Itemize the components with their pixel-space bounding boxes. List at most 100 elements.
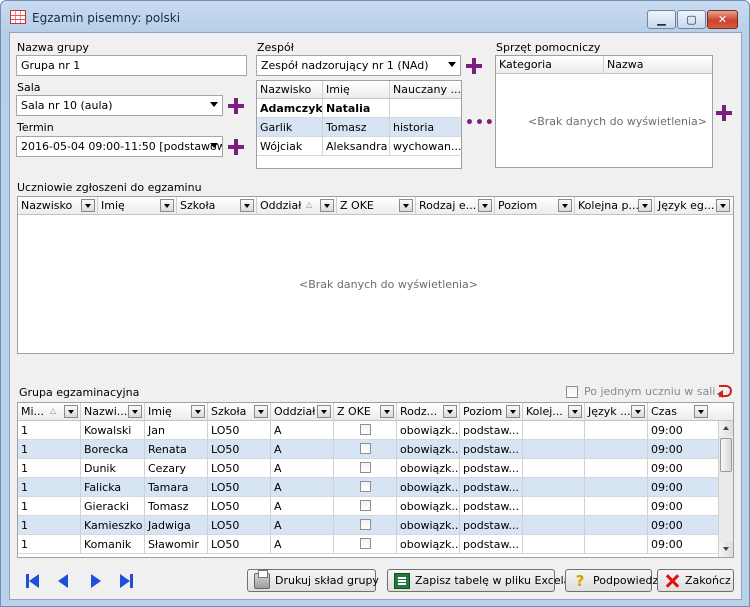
scroll-down-icon[interactable] xyxy=(719,542,733,557)
title-bar[interactable]: Egzamin pisemny: polski ▁ ▢ ✕ xyxy=(1,1,749,31)
col-next[interactable]: Kolejna p... xyxy=(575,197,655,215)
filter-icon[interactable] xyxy=(317,405,331,418)
maximize-button[interactable]: ▢ xyxy=(677,10,706,29)
exam-group-grid[interactable]: Mi... △ Nazwi... Imię Szkoła Oddział Z OK… xyxy=(17,402,734,558)
finish-button[interactable]: Zakończ xyxy=(657,569,734,592)
col-level[interactable]: Poziom xyxy=(460,403,523,421)
filter-icon[interactable] xyxy=(716,199,730,212)
oke-checkbox[interactable] xyxy=(360,424,371,435)
col-name[interactable]: Imię xyxy=(98,197,177,215)
col-subject[interactable]: Nauczany ... xyxy=(390,81,461,99)
room-select[interactable]: Sala nr 10 (aula) xyxy=(16,95,223,116)
col-oke[interactable]: Z OKE xyxy=(337,197,416,215)
scroll-up-icon[interactable] xyxy=(719,421,733,436)
col-surname[interactable]: Nazwi... xyxy=(81,403,145,421)
team-select[interactable]: Zespół nadzorujący nr 1 (NAd) xyxy=(256,55,461,76)
filter-icon[interactable] xyxy=(568,405,582,418)
add-term-icon[interactable] xyxy=(228,139,244,155)
table-row[interactable]: 1 Komanik Sławomir LO50 Aobowiązk... podstaw.… xyxy=(18,535,733,554)
save-excel-button[interactable]: Zapisz tabelę w pliku Excela xyxy=(387,569,570,592)
filter-icon[interactable] xyxy=(191,405,205,418)
undo-icon[interactable] xyxy=(717,384,733,398)
col-time[interactable]: Czas xyxy=(648,403,720,421)
oke-checkbox[interactable] xyxy=(360,519,371,530)
dialog-body: Nazwa grupy Grupa nr 1 Sala Sala nr 10 (… xyxy=(9,32,742,600)
filter-icon[interactable] xyxy=(694,405,708,418)
team-members-grid[interactable]: Nazwisko Imię Nauczany ... Adamczyk Nata… xyxy=(256,80,462,169)
main-window: Egzamin pisemny: polski ▁ ▢ ✕ Nazwa grup… xyxy=(0,0,750,607)
col-level[interactable]: Poziom xyxy=(495,197,575,215)
filter-icon[interactable] xyxy=(638,199,652,212)
filter-icon[interactable] xyxy=(128,405,142,418)
filter-icon[interactable] xyxy=(81,199,95,212)
group-name-input[interactable]: Grupa nr 1 xyxy=(16,55,247,76)
filter-icon[interactable] xyxy=(380,405,394,418)
filter-icon[interactable] xyxy=(506,405,520,418)
add-room-icon[interactable] xyxy=(228,98,244,114)
col-class[interactable]: Oddział △ xyxy=(257,197,337,215)
help-icon: ? xyxy=(575,571,585,590)
equipment-grid[interactable]: Kategoria Nazwa <Brak danych do wyświetl… xyxy=(495,55,713,168)
more-options-icon[interactable]: ••• xyxy=(465,115,495,131)
col-surname[interactable]: Nazwisko xyxy=(257,81,323,99)
col-language[interactable]: Język eg... xyxy=(655,197,733,215)
filter-icon[interactable] xyxy=(254,405,268,418)
add-equipment-icon[interactable] xyxy=(716,105,732,121)
filter-icon[interactable] xyxy=(558,199,572,212)
col-next[interactable]: Kolej... xyxy=(523,403,585,421)
filter-icon[interactable] xyxy=(320,199,334,212)
close-window-button[interactable]: ✕ xyxy=(707,10,738,29)
col-label: Poziom xyxy=(498,199,538,212)
col-exam-type[interactable]: Rodzaj e... xyxy=(416,197,495,215)
previous-record-icon[interactable] xyxy=(56,574,70,588)
table-row[interactable]: 1 Falicka Tamara LO50 Aobowiązk... podstaw...… xyxy=(18,478,733,497)
oke-checkbox[interactable] xyxy=(360,500,371,511)
last-record-icon[interactable] xyxy=(119,574,133,588)
registered-students-grid[interactable]: Nazwisko Imię Szkoła Oddział △ Z OKE Rodz… xyxy=(17,196,734,354)
col-exam-type[interactable]: Rodz... xyxy=(397,403,460,421)
add-team-icon[interactable] xyxy=(466,58,482,74)
filter-icon[interactable] xyxy=(399,199,413,212)
next-record-icon[interactable] xyxy=(89,574,103,588)
col-school[interactable]: Szkoła xyxy=(208,403,271,421)
term-select[interactable]: 2016-05-04 09:00-11:50 [podstawowy] xyxy=(16,136,223,157)
cell-type: obowiązk... xyxy=(397,535,460,554)
col-class[interactable]: Oddział xyxy=(271,403,334,421)
chevron-down-icon xyxy=(448,62,456,67)
filter-icon[interactable] xyxy=(240,199,254,212)
filter-icon[interactable] xyxy=(478,199,492,212)
col-label: Czas xyxy=(651,405,677,418)
oke-checkbox[interactable] xyxy=(360,443,371,454)
filter-icon[interactable] xyxy=(631,405,645,418)
table-row[interactable]: 1 Kamieszko Jadwiga LO50 Aobowiązk... podstaw… xyxy=(18,516,733,535)
vertical-scrollbar[interactable] xyxy=(718,421,733,557)
filter-icon[interactable] xyxy=(64,405,78,418)
table-row[interactable]: Wójciak Aleksandra wychowan... xyxy=(257,137,461,156)
oke-checkbox[interactable] xyxy=(360,462,371,473)
one-per-room-checkbox[interactable] xyxy=(566,386,578,398)
table-row[interactable]: 1 Borecka Renata LO50 Aobowiązk... podstaw...… xyxy=(18,440,733,459)
table-row[interactable]: Adamczyk Natalia xyxy=(257,99,461,118)
col-equipment-name[interactable]: Nazwa xyxy=(604,56,712,74)
filter-icon[interactable] xyxy=(160,199,174,212)
table-row[interactable]: 1 Gieracki Tomasz LO50 Aobowiązk... podstaw..… xyxy=(18,497,733,516)
col-mi[interactable]: Mi... △ xyxy=(18,403,81,421)
oke-checkbox[interactable] xyxy=(360,481,371,492)
print-group-button[interactable]: Drukuj skład grupy xyxy=(247,569,379,592)
table-row[interactable]: Garlik Tomasz historia xyxy=(257,118,461,137)
col-surname[interactable]: Nazwisko xyxy=(18,197,98,215)
table-row[interactable]: 1 Kowalski Jan LO50 Aobowiązk... podstaw... 09… xyxy=(18,421,733,440)
hint-button[interactable]: ? Podpowiedz xyxy=(565,569,658,592)
col-language[interactable]: Język ... xyxy=(585,403,648,421)
first-record-icon[interactable] xyxy=(26,574,40,588)
col-oke[interactable]: Z OKE xyxy=(334,403,397,421)
scroll-thumb[interactable] xyxy=(720,438,732,472)
oke-checkbox[interactable] xyxy=(360,538,371,549)
col-school[interactable]: Szkoła xyxy=(177,197,257,215)
minimize-button[interactable]: ▁ xyxy=(647,10,676,29)
col-name[interactable]: Imię xyxy=(323,81,390,99)
col-category[interactable]: Kategoria xyxy=(496,56,604,74)
filter-icon[interactable] xyxy=(443,405,457,418)
table-row[interactable]: 1 Dunik Cezary LO50 Aobowiązk... podstaw... 09… xyxy=(18,459,733,478)
col-name[interactable]: Imię xyxy=(145,403,208,421)
